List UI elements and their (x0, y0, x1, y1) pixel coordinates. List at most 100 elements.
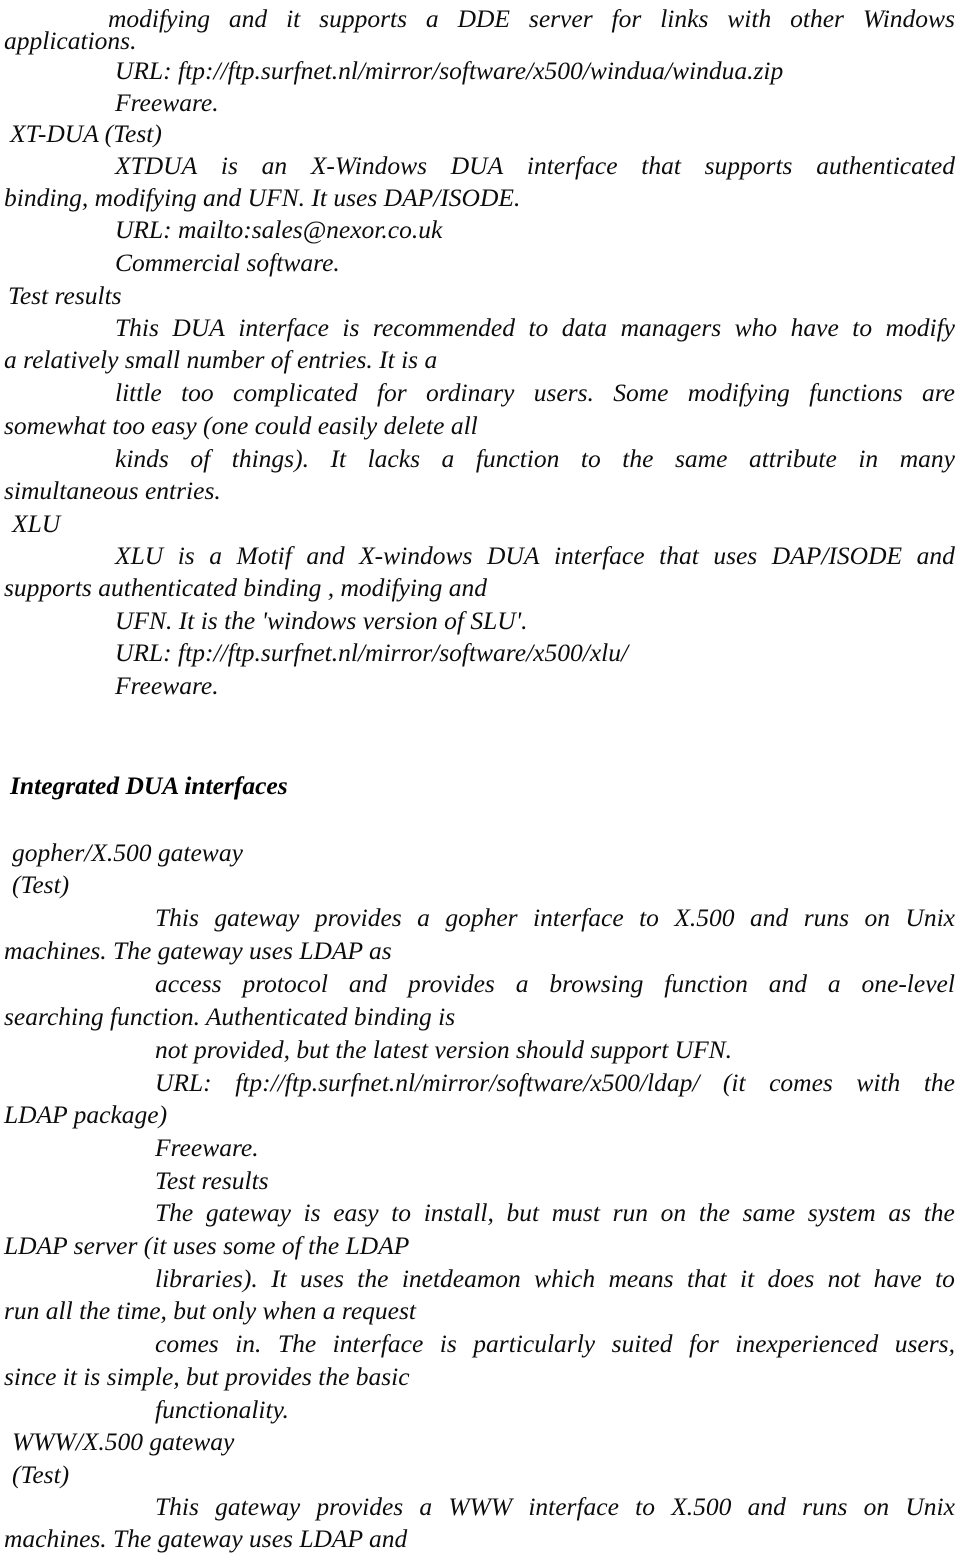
word: and (306, 541, 345, 570)
word: users, (894, 1329, 955, 1358)
word: for (611, 4, 642, 33)
word: a (417, 903, 430, 932)
body-line: This DUA interface is recommended to dat… (115, 313, 955, 343)
word: the (923, 1198, 955, 1227)
document-page: modifying and it supports a DDE server f… (0, 0, 960, 1554)
word: This (155, 903, 199, 932)
word: kinds (115, 444, 169, 473)
body-line: somewhat too easy (one could easily dele… (4, 411, 478, 440)
word: with (727, 4, 772, 33)
word: system (807, 1198, 876, 1227)
word: in (858, 444, 879, 473)
word: runs (802, 1492, 848, 1521)
word: interface (332, 1329, 424, 1358)
word: authenticated (816, 151, 955, 180)
word: managers (620, 313, 722, 342)
word: a (419, 1492, 433, 1521)
word: a (441, 444, 455, 473)
body-line: modifying and it supports a DDE server f… (108, 4, 955, 34)
word: and (348, 969, 388, 998)
word: Motif (236, 541, 292, 570)
word: browsing (549, 969, 644, 998)
word: DUA (172, 313, 225, 342)
word: (it (722, 1068, 746, 1097)
word: X.500 (674, 903, 735, 932)
word: uses (300, 1264, 344, 1293)
word: must (551, 1198, 600, 1227)
body-line: XLU is a Motif and X-windows DUA interfa… (115, 541, 955, 571)
word: as (888, 1198, 912, 1227)
word: to (852, 313, 873, 342)
body-line: machines. The gateway uses LDAP as (4, 936, 392, 965)
word: supports (704, 151, 793, 180)
word: comes (769, 1068, 833, 1097)
url-line: URL: mailto:sales@nexor.co.uk (115, 215, 443, 244)
word: a (425, 4, 439, 33)
word: a (515, 969, 529, 998)
word: interface (238, 313, 329, 342)
word: interface (528, 1492, 619, 1521)
word: users. (533, 378, 594, 407)
word: ordinary (426, 378, 515, 407)
word: things). (231, 444, 309, 473)
word: inetdeamon (401, 1264, 521, 1293)
body-line: supports authenticated binding , modifyi… (4, 573, 488, 602)
word: for (689, 1329, 719, 1358)
word: inexperienced (735, 1329, 879, 1358)
word: The (277, 1329, 317, 1358)
word: function (475, 444, 560, 473)
word: lacks (367, 444, 420, 473)
word: is (342, 313, 360, 342)
body-line: kinds of things). It lacks a function to… (115, 444, 955, 474)
word: to (635, 1492, 655, 1521)
word: an (261, 151, 288, 180)
license-line: Commercial software. (115, 248, 340, 277)
word: It (271, 1264, 287, 1293)
word: not (827, 1264, 861, 1293)
word: This (155, 1492, 199, 1521)
word: to (580, 444, 601, 473)
body-line: The gateway is easy to install, but must… (155, 1198, 955, 1228)
word: suited (611, 1329, 673, 1358)
word: and (747, 1492, 786, 1521)
word: DUA (450, 151, 504, 180)
word: many (899, 444, 955, 473)
word: the (622, 444, 654, 473)
word: are (921, 378, 955, 407)
body-line: binding, modifying and UFN. It uses DAP/… (4, 183, 521, 212)
word: DUA (486, 541, 540, 570)
license-line: Freeware. (155, 1133, 259, 1162)
word: supports (319, 4, 407, 33)
word: same (674, 444, 728, 473)
word: libraries). (155, 1264, 258, 1293)
word: data (561, 313, 608, 342)
word: is (220, 151, 238, 180)
word: It (330, 444, 347, 473)
body-line: not provided, but the latest version sho… (155, 1035, 733, 1064)
word: easy (333, 1198, 379, 1227)
test-results-label: Test results (155, 1166, 269, 1195)
url-line: URL: ftp://ftp.surfnet.nl/mirror/softwar… (115, 56, 784, 85)
word: same (742, 1198, 796, 1227)
word: too (181, 378, 214, 407)
entry-status-test: (Test) (12, 1460, 70, 1489)
word: provides (316, 1492, 404, 1521)
word: a (209, 541, 223, 570)
word: X-Windows (310, 151, 428, 180)
word: uses (713, 541, 758, 570)
word: modifying (687, 378, 790, 407)
word: to (391, 1198, 412, 1227)
word: little (115, 378, 162, 407)
word: runs (803, 903, 850, 932)
word: is (303, 1198, 321, 1227)
word: links (660, 4, 709, 33)
word: gopher (445, 903, 518, 932)
word: is (439, 1329, 457, 1358)
word: X.500 (671, 1492, 732, 1521)
url-line: URL: ftp://ftp.surfnet.nl/mirror/softwar… (155, 1068, 955, 1098)
body-line: run all the time, but only when a reques… (4, 1296, 416, 1325)
word: have (790, 313, 839, 342)
word: install, (423, 1198, 494, 1227)
word: means (608, 1264, 674, 1293)
word: and (228, 4, 268, 33)
